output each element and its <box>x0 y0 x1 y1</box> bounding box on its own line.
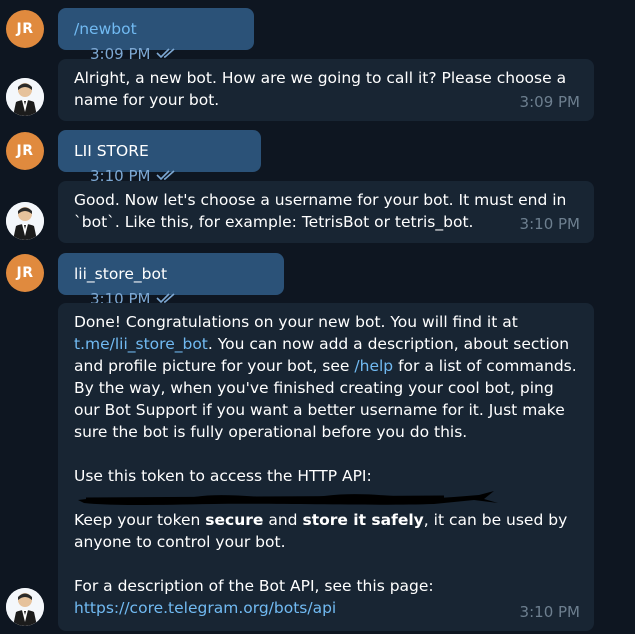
user-avatar-initials: JR <box>16 21 34 37</box>
message-outgoing[interactable]: LII STORE3:10 PM <box>58 130 261 185</box>
user-avatar[interactable]: JR <box>6 10 44 48</box>
bot-avatar[interactable] <box>6 588 44 626</box>
message-incoming[interactable]: Good. Now let's choose a username for yo… <box>58 181 594 243</box>
user-avatar-initials: JR <box>16 265 34 281</box>
redacted-token <box>74 487 578 509</box>
chat-history: JR /newbot3:09 PM Alright, a new bot. Ho… <box>0 0 635 634</box>
bot-avatar[interactable] <box>6 78 44 116</box>
api-docs-link[interactable]: https://core.telegram.org/bots/api <box>74 597 578 619</box>
message-text: and <box>268 511 298 529</box>
bold-text: store it safely <box>302 511 424 529</box>
user-avatar[interactable]: JR <box>6 254 44 292</box>
message-outgoing[interactable]: lii_store_bot3:10 PM <box>58 253 284 308</box>
user-avatar-initials: JR <box>16 143 34 159</box>
message-incoming[interactable]: Done! Congratulations on your new bot. Y… <box>58 303 594 631</box>
message-text: LII STORE <box>74 142 149 160</box>
botfather-avatar-icon <box>6 588 44 626</box>
help-command-link[interactable]: /help <box>354 357 393 375</box>
message-time: 3:09 PM <box>519 93 580 111</box>
botfather-avatar-icon <box>6 78 44 116</box>
bot-avatar[interactable] <box>6 202 44 240</box>
message-text: Keep your token <box>74 511 201 529</box>
bot-link[interactable]: t.me/lii_store_bot <box>74 335 208 353</box>
message-text[interactable]: /newbot <box>74 18 137 40</box>
user-avatar[interactable]: JR <box>6 132 44 170</box>
bold-text: secure <box>205 511 264 529</box>
message-paragraph: Done! Congratulations on your new bot. Y… <box>74 311 578 443</box>
message-incoming[interactable]: Alright, a new bot. How are we going to … <box>58 59 594 121</box>
message-text: lii_store_bot <box>74 265 168 283</box>
message-text: Done! Congratulations on your new bot. Y… <box>74 313 518 331</box>
message-text: Alright, a new bot. How are we going to … <box>74 69 567 109</box>
message-time: 3:10 PM <box>519 603 580 621</box>
botfather-avatar-icon <box>6 202 44 240</box>
message-text: For a description of the Bot API, see th… <box>74 577 434 595</box>
message-paragraph: Keep your token secure and store it safe… <box>74 509 578 553</box>
message-text: Use this token to access the HTTP API: <box>74 467 372 485</box>
message-time: 3:10 PM <box>519 215 580 233</box>
message-outgoing[interactable]: /newbot3:09 PM <box>58 8 254 63</box>
message-text: Good. Now let's choose a username for yo… <box>74 191 567 231</box>
